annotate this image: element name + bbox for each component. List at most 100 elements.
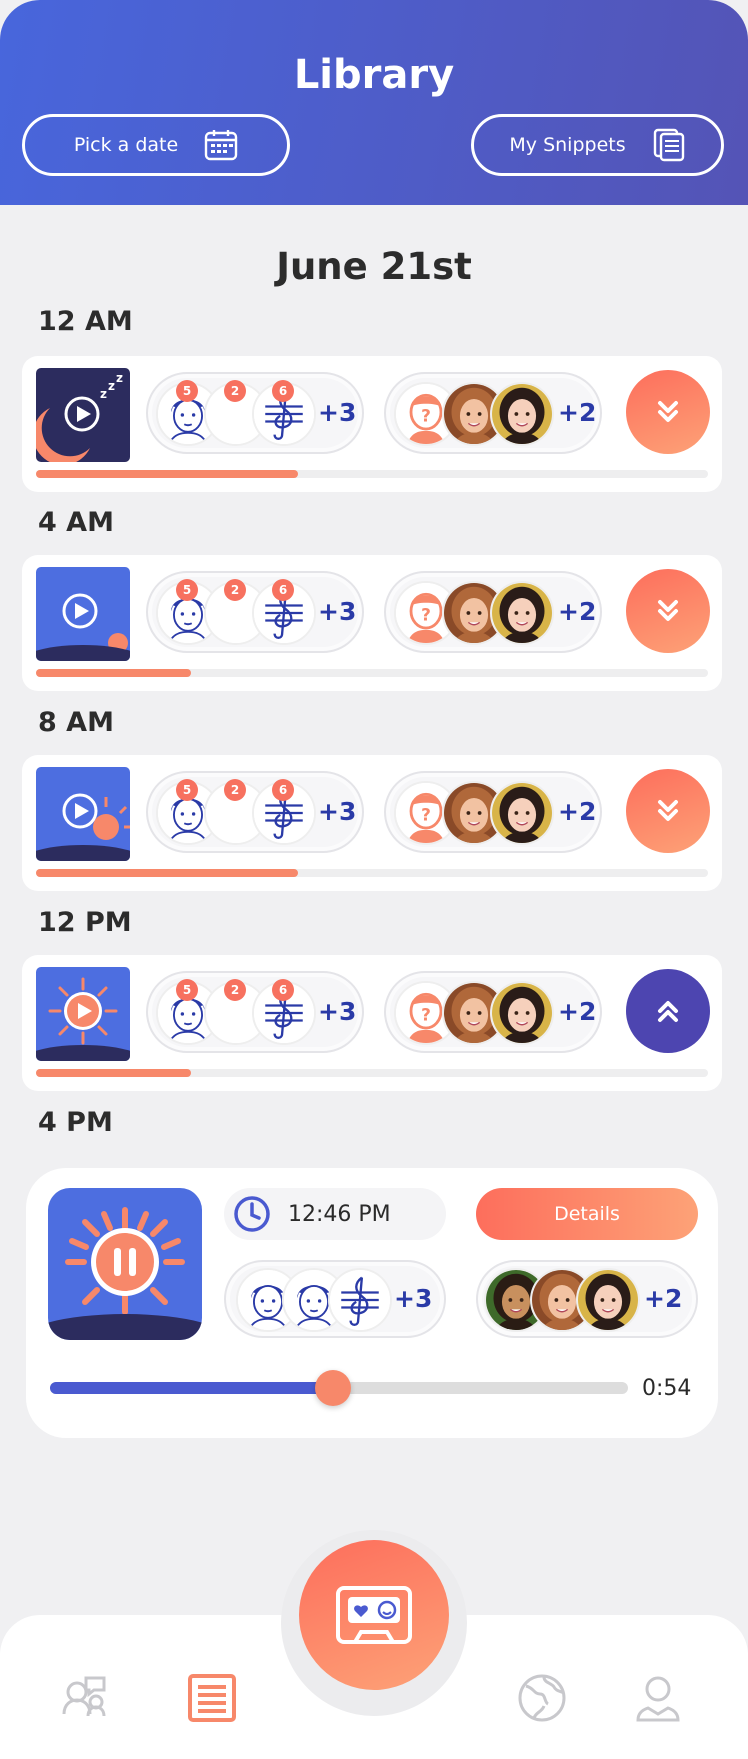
expand-button[interactable] xyxy=(626,370,710,454)
entry-progress-track xyxy=(36,1069,708,1077)
svg-text:z: z xyxy=(116,371,123,385)
people-chat-icon xyxy=(62,1676,106,1717)
timestamp-box: 12:46 PM xyxy=(224,1188,446,1240)
time-label: 4 AM xyxy=(38,507,114,538)
my-snippets-label: My Snippets xyxy=(509,134,626,156)
timestamp: 12:46 PM xyxy=(288,1201,391,1227)
more-count: +2 xyxy=(644,1284,683,1313)
svg-text:?: ? xyxy=(421,605,431,625)
entry-thumbnail[interactable] xyxy=(36,767,130,861)
count-badge: 6 xyxy=(272,380,294,402)
nav-library[interactable] xyxy=(184,1670,240,1726)
more-count: +2 xyxy=(558,997,597,1026)
pick-date-label: Pick a date xyxy=(73,134,179,156)
voices-group[interactable]: 5 2 6 +3 xyxy=(146,372,364,454)
now-playing-card: 12:46 PM Details +3 +2 0:54 xyxy=(26,1168,718,1438)
more-count: +2 xyxy=(558,398,597,427)
entry-progress-track xyxy=(36,869,708,877)
more-count: +3 xyxy=(394,1284,433,1313)
more-count: +2 xyxy=(558,597,597,626)
avatar xyxy=(490,382,554,446)
time-label: 8 AM xyxy=(38,707,114,738)
record-button[interactable] xyxy=(299,1540,449,1690)
count-badge: 2 xyxy=(224,579,246,601)
listeners-group[interactable]: +2 xyxy=(476,1260,698,1338)
pick-date-button[interactable]: Pick a date xyxy=(22,114,290,176)
count-badge: 5 xyxy=(176,380,198,402)
duration: 0:54 xyxy=(642,1376,692,1401)
voices-group[interactable]: 5 2 6 +3 xyxy=(146,971,364,1053)
nav-chat[interactable] xyxy=(56,1670,112,1726)
chevron-up-icon xyxy=(658,1001,678,1022)
playback-slider[interactable] xyxy=(50,1370,628,1406)
expand-button[interactable] xyxy=(626,569,710,653)
count-badge: 2 xyxy=(224,979,246,1001)
sun-artwork xyxy=(48,1188,202,1340)
count-badge: 6 xyxy=(272,979,294,1001)
svg-text:z: z xyxy=(100,387,107,401)
entry-thumbnail[interactable] xyxy=(36,567,130,661)
count-badge: 5 xyxy=(176,579,198,601)
entry-progress xyxy=(36,669,191,677)
header: Library Pick a date My Snippets xyxy=(0,0,748,205)
entry-thumbnail[interactable]: zzz xyxy=(36,368,130,462)
cassette-icon xyxy=(336,1586,412,1644)
library-entry-card[interactable]: 5 2 6 +3 ? +2 xyxy=(22,955,722,1091)
collapse-button[interactable] xyxy=(626,969,710,1053)
chevron-down-icon xyxy=(658,600,678,621)
voices-group[interactable]: +3 xyxy=(224,1260,446,1338)
listeners-group[interactable]: ? +2 xyxy=(384,372,602,454)
voices-group[interactable]: 5 2 6 +3 xyxy=(146,771,364,853)
count-badge: 2 xyxy=(224,380,246,402)
listeners-group[interactable]: ? +2 xyxy=(384,571,602,653)
expand-button[interactable] xyxy=(626,769,710,853)
details-button[interactable]: Details xyxy=(476,1188,698,1240)
count-badge: 6 xyxy=(272,779,294,801)
avatar xyxy=(490,981,554,1045)
nav-profile[interactable] xyxy=(630,1670,686,1726)
time-label: 12 AM xyxy=(38,306,133,337)
snippets-icon xyxy=(653,128,684,162)
count-badge: 5 xyxy=(176,979,198,1001)
now-playing-thumbnail[interactable] xyxy=(48,1188,202,1340)
more-count: +3 xyxy=(318,797,357,826)
avatar xyxy=(328,1268,392,1332)
chevron-down-icon xyxy=(658,800,678,821)
time-label: 4 PM xyxy=(38,1107,113,1138)
listeners-group[interactable]: ? +2 xyxy=(384,971,602,1053)
my-snippets-button[interactable]: My Snippets xyxy=(471,114,724,176)
more-count: +3 xyxy=(318,997,357,1026)
library-entry-card[interactable]: 5 2 6 +3 ? +2 xyxy=(22,555,722,691)
date-heading: June 21st xyxy=(276,245,472,288)
clock-icon xyxy=(234,1196,270,1232)
playback-progress xyxy=(50,1382,334,1394)
svg-text:?: ? xyxy=(421,1005,431,1025)
nav-explore[interactable] xyxy=(514,1670,570,1726)
entry-progress xyxy=(36,869,299,877)
svg-text:?: ? xyxy=(421,406,431,426)
entry-progress-track xyxy=(36,470,708,478)
playback-handle[interactable] xyxy=(315,1370,352,1406)
avatar xyxy=(490,581,554,645)
calendar-icon xyxy=(204,130,238,161)
count-badge: 6 xyxy=(272,579,294,601)
count-badge: 2 xyxy=(224,779,246,801)
time-label: 12 PM xyxy=(38,907,132,938)
list-icon xyxy=(188,1674,236,1722)
globe-icon xyxy=(518,1674,566,1722)
entry-thumbnail[interactable] xyxy=(36,967,130,1061)
library-entry-card[interactable]: 5 2 6 +3 ? +2 xyxy=(22,755,722,891)
profile-icon xyxy=(636,1676,680,1722)
more-count: +3 xyxy=(318,398,357,427)
entry-progress-track xyxy=(36,669,708,677)
voices-group[interactable]: 5 2 6 +3 xyxy=(146,571,364,653)
listeners-group[interactable]: ? +2 xyxy=(384,771,602,853)
app: Library Pick a date My Snippets June 21s… xyxy=(0,0,748,1759)
more-count: +3 xyxy=(318,597,357,626)
more-count: +2 xyxy=(558,797,597,826)
library-entry-card[interactable]: zzz 5 2 6 +3 ? +2 xyxy=(22,356,722,492)
svg-text:?: ? xyxy=(421,805,431,825)
entry-progress xyxy=(36,470,299,478)
page-title: Library xyxy=(293,52,455,98)
avatar xyxy=(490,781,554,845)
